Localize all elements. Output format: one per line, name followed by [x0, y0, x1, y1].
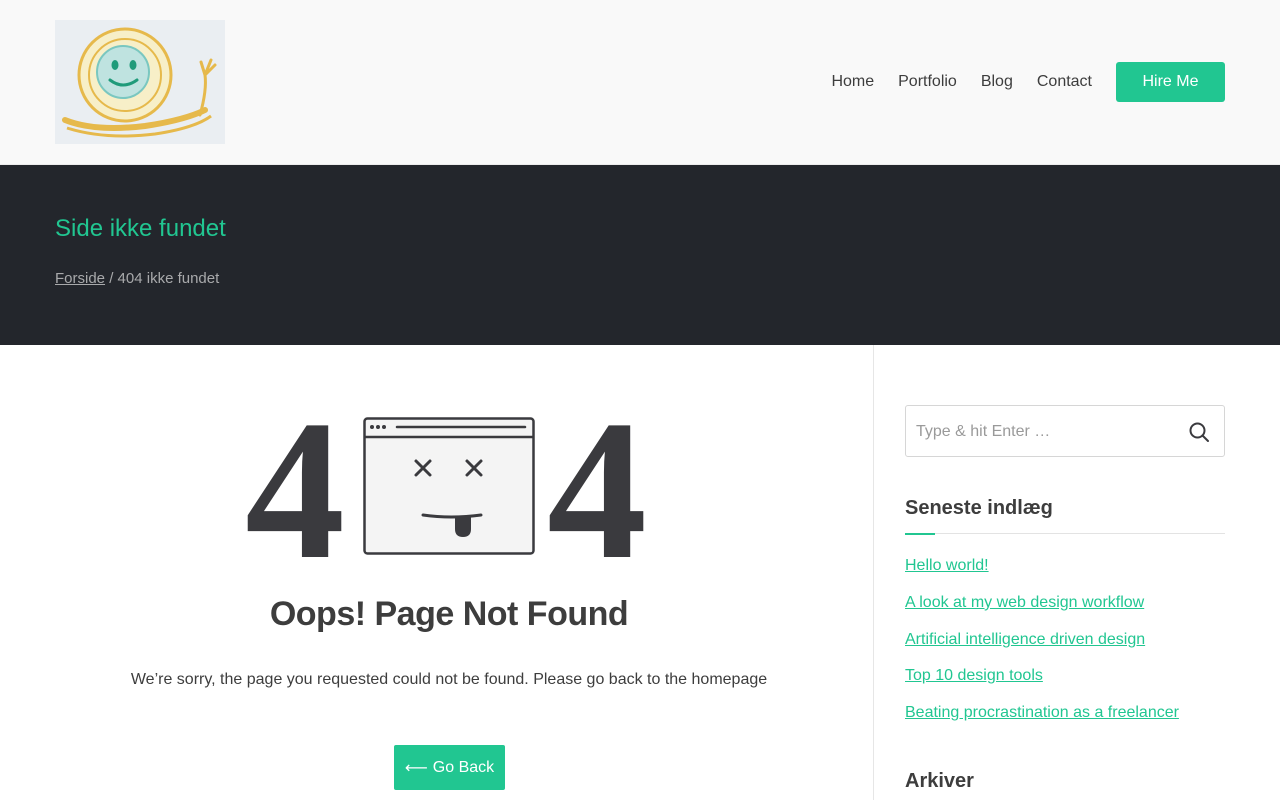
error-digit-left: 4	[245, 380, 345, 601]
nav-portfolio[interactable]: Portfolio	[898, 73, 957, 91]
nav-blog[interactable]: Blog	[981, 73, 1013, 91]
breadcrumb-separator: /	[105, 270, 118, 287]
list-item: Beating procrastination as a freelancer	[905, 704, 1179, 741]
widget-divider	[905, 533, 1225, 535]
archives-title: Arkiver	[905, 770, 974, 792]
recent-posts-list: Hello world! A look at my web design wor…	[905, 557, 1179, 741]
list-item: Top 10 design tools	[905, 667, 1179, 704]
main-nav: Home Portfolio Blog Contact Hire Me	[831, 62, 1225, 102]
breadcrumb-current: 404 ikke fundet	[117, 270, 220, 287]
nav-home[interactable]: Home	[831, 73, 874, 91]
recent-post-link[interactable]: Beating procrastination as a freelancer	[905, 704, 1179, 721]
error-404-graphic: 4 4	[245, 391, 655, 591]
not-found-heading: Oops! Page Not Found	[269, 595, 629, 633]
page-title: Side ikke fundet	[55, 215, 226, 242]
page-hero: Side ikke fundet Forside / 404 ikke fund…	[0, 165, 1280, 345]
site-header: Home Portfolio Blog Contact Hire Me	[0, 0, 1280, 165]
hire-me-button[interactable]: Hire Me	[1116, 62, 1225, 102]
breadcrumb: Forside / 404 ikke fundet	[55, 270, 219, 287]
search-form	[905, 405, 1225, 457]
recent-posts-title: Seneste indlæg	[905, 497, 1053, 519]
main-content: 4 4 Oops! Page Not Found We’re sorry, th…	[0, 345, 874, 800]
recent-post-link[interactable]: Top 10 design tools	[905, 667, 1043, 684]
snail-drawing-logo	[55, 20, 225, 144]
list-item: Hello world!	[905, 557, 1179, 594]
nav-contact[interactable]: Contact	[1037, 73, 1092, 91]
search-input[interactable]	[916, 420, 1176, 444]
broken-browser-icon	[363, 417, 535, 555]
search-icon[interactable]	[1188, 421, 1210, 443]
go-back-label: Go Back	[432, 758, 495, 776]
list-item: Artificial intelligence driven design	[905, 631, 1179, 668]
arrow-left-icon: ⟵	[404, 759, 428, 777]
list-item: A look at my web design workflow	[905, 594, 1179, 631]
recent-post-link[interactable]: Artificial intelligence driven design	[905, 631, 1145, 648]
recent-post-link[interactable]: Hello world!	[905, 557, 989, 574]
error-digit-right: 4	[547, 380, 647, 601]
site-logo[interactable]	[55, 20, 225, 144]
go-back-button[interactable]: ⟵ Go Back	[394, 745, 505, 790]
recent-post-link[interactable]: A look at my web design workflow	[905, 594, 1144, 611]
breadcrumb-home-link[interactable]: Forside	[55, 270, 105, 287]
not-found-message: We’re sorry, the page you requested coul…	[130, 671, 768, 688]
